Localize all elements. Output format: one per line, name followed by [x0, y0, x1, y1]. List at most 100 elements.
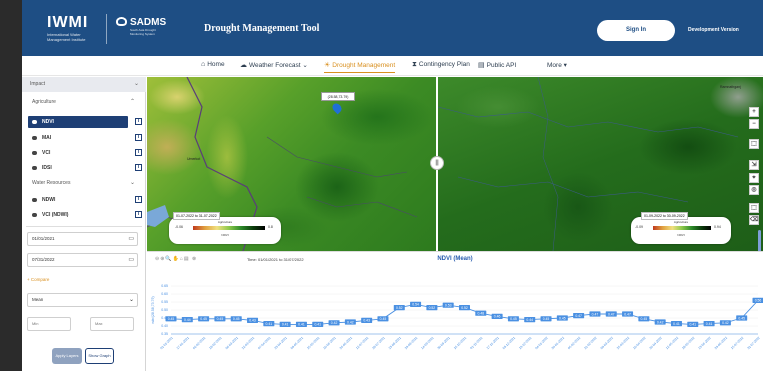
x-tick-label: 09-05-2021	[290, 336, 305, 351]
data-label: 0.41	[673, 322, 680, 326]
max-input[interactable]: Max	[90, 317, 134, 331]
impact-header[interactable]: Impact ⌄	[22, 77, 146, 92]
start-date-value: 01/01/2021	[32, 236, 55, 241]
data-label: 0.45	[641, 317, 648, 321]
x-tick-label: 30-09-2021	[437, 336, 452, 351]
y-tick-label: 0.40	[161, 324, 168, 328]
start-date-field[interactable]: 01/01/2021 ▭	[27, 232, 138, 246]
layer-label: VCI (NDWI)	[42, 212, 69, 218]
map-left-pane[interactable]: Umerkot (28.58,73.79) 01-07-2022 to 31-0…	[147, 77, 436, 251]
sadms-logo[interactable]: SADMS South Asia Drought Monitoring Syst…	[116, 17, 170, 36]
min-input[interactable]: Min	[27, 317, 71, 331]
data-label: 0.43	[363, 319, 370, 323]
chevron-down-icon[interactable]: ⌄	[130, 179, 135, 186]
info-icon[interactable]: i	[135, 196, 142, 203]
nav-item-public-api[interactable]: ▤ Public API	[478, 61, 516, 69]
layer-label: VCI	[42, 150, 51, 156]
x-tick-label: 16-10-2021	[453, 336, 468, 351]
measure-icon[interactable]: ⬚	[749, 203, 759, 213]
info-icon[interactable]: i	[135, 164, 142, 171]
series-line	[170, 300, 759, 325]
info-icon[interactable]: i	[135, 149, 142, 156]
data-label: 0.45	[217, 317, 224, 321]
header-divider	[106, 14, 107, 44]
weather-icon: ☁	[240, 62, 247, 69]
x-tick-label: 18-02-2021	[208, 336, 223, 351]
sign-in-button[interactable]: Sign In	[597, 20, 675, 41]
data-label: 0.56	[755, 299, 762, 303]
delete-icon[interactable]: ⌫	[749, 215, 759, 225]
locate-icon[interactable]: ⌖	[749, 173, 759, 183]
agriculture-group-label[interactable]: Agriculture	[32, 99, 56, 105]
info-icon[interactable]: i	[135, 118, 142, 125]
info-icon[interactable]: i	[135, 211, 142, 218]
x-tick-label: 10-04-2022	[632, 336, 647, 351]
statistic-value: Mean	[32, 297, 44, 302]
place-label: Umerkot	[187, 157, 201, 161]
data-label: 0.43	[249, 319, 256, 323]
x-tick-label: 29-06-2022	[714, 336, 729, 351]
nav-item-drought-management[interactable]: ☀ Drought Management	[324, 61, 396, 73]
x-tick-label: 19-12-2021	[518, 336, 533, 351]
data-label: 0.42	[722, 321, 729, 325]
export-icon[interactable]: ⇲	[749, 160, 759, 170]
scrollbar[interactable]	[758, 230, 761, 252]
y-tick-label: 0.60	[161, 292, 168, 296]
data-label: 0.41	[282, 323, 289, 327]
x-tick-label: 07-04-2021	[257, 336, 272, 351]
legend-color-bar	[193, 226, 265, 230]
zoom-out-button[interactable]: −	[749, 119, 759, 129]
iwmi-logo[interactable]: IWMI International Water Management Inst…	[47, 14, 95, 42]
y-tick-label: 0.65	[161, 284, 168, 288]
pin-icon[interactable]: ◎	[749, 185, 759, 195]
layer-mai[interactable]: MAI	[28, 132, 128, 144]
swipe-handle-icon[interactable]: ||	[430, 156, 444, 170]
map-view[interactable]: Umerkot (28.58,73.79) 01-07-2022 to 31-0…	[147, 77, 763, 251]
end-date-field[interactable]: 07/31/2022 ▭	[27, 253, 138, 267]
zoom-in-button[interactable]: +	[749, 107, 759, 117]
x-tick-label: 13-08-2021	[388, 336, 403, 351]
data-label: 0.52	[461, 306, 468, 310]
iwmi-subtitle: International Water Management Institute	[47, 32, 86, 42]
nav-item-home[interactable]: ⌂ Home	[201, 61, 225, 68]
sadms-logo-text: SADMS	[130, 17, 167, 28]
legend-left: 01-07-2022 to 31-07-2022 Agriculture -0.…	[169, 212, 281, 244]
info-icon[interactable]: i	[135, 134, 142, 141]
legend-date-range: 01-09-2022 to 30-09-2022	[641, 212, 688, 220]
layer-vci[interactable]: VCI	[28, 147, 128, 159]
x-tick-label: 13-06-2022	[697, 336, 712, 351]
water-resources-group-label[interactable]: Water Resources	[32, 180, 70, 186]
layer-ndvi[interactable]: NDVI	[28, 116, 128, 128]
layer-ndwi[interactable]: NDWI	[28, 194, 128, 206]
legend-name: NDVI	[677, 233, 685, 237]
x-tick-label: 28-05-2022	[681, 336, 696, 351]
legend-max: 0.8	[268, 225, 273, 229]
layer-idsi[interactable]: IDSI	[28, 162, 128, 174]
nav-item-weather-forecast[interactable]: ☁ Weather Forecast ⌄	[240, 61, 308, 69]
apply-layers-button[interactable]: Apply Layers	[52, 348, 82, 364]
layers-icon[interactable]: ⬚	[749, 139, 759, 149]
compare-link[interactable]: + Compare	[27, 277, 49, 282]
layer-vci-ndwi[interactable]: VCI (NDWI)	[28, 209, 128, 221]
x-tick-label: 10-06-2021	[322, 336, 337, 351]
nav-item-contingency-plan[interactable]: ⧗ Contingency Plan	[412, 61, 470, 69]
data-label: 0.48	[478, 312, 485, 316]
drought-icon: ☀	[324, 62, 331, 69]
show-graph-button[interactable]: Show Graph	[85, 348, 114, 364]
calendar-icon[interactable]: ▭	[128, 254, 134, 266]
data-label: 0.42	[657, 320, 664, 324]
data-label: 0.45	[738, 316, 745, 320]
calendar-icon[interactable]: ▭	[128, 233, 134, 245]
statistic-select[interactable]: Mean ⌄	[27, 293, 138, 307]
place-label: Ramnathganj	[720, 85, 741, 89]
data-label: 0.44	[526, 318, 533, 322]
data-label: 0.41	[298, 323, 305, 327]
sidebar: Impact ⌄ Agriculture ⌃ NDVI i MAI i VCI …	[22, 77, 146, 371]
data-label: 0.45	[168, 317, 175, 321]
map-right-pane[interactable]: Ramnathganj 01-09-2022 to 30-09-2022 Agr…	[438, 77, 763, 251]
data-label: 0.52	[396, 306, 403, 310]
legend-name: NDVI	[221, 233, 229, 237]
chevron-up-icon[interactable]: ⌃	[130, 98, 135, 105]
data-label: 0.42	[347, 320, 354, 324]
nav-item-more[interactable]: More ▾	[547, 61, 567, 69]
